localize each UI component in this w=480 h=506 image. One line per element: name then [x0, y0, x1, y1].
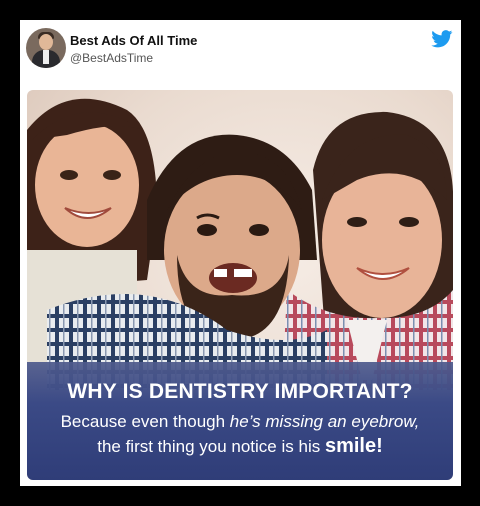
tweet-header: Best Ads Of All Time @BestAdsTime: [20, 20, 461, 90]
ad-line-1: Because even though he’s missing an eyeb…: [60, 412, 420, 431]
ad-image[interactable]: WHY IS DENTISTRY IMPORTANT? Because even…: [27, 90, 453, 480]
author-name[interactable]: Best Ads Of All Time: [70, 33, 197, 48]
avatar[interactable]: [26, 28, 66, 68]
ad-line-2: the first thing you notice is his smile!: [97, 435, 383, 457]
twitter-bird-icon[interactable]: [431, 30, 453, 48]
ad-headline: WHY IS DENTISTRY IMPORTANT?: [67, 380, 413, 403]
author-handle[interactable]: @BestAdsTime: [70, 51, 153, 65]
tweet-card: Best Ads Of All Time @BestAdsTime WHY IS…: [20, 20, 461, 486]
